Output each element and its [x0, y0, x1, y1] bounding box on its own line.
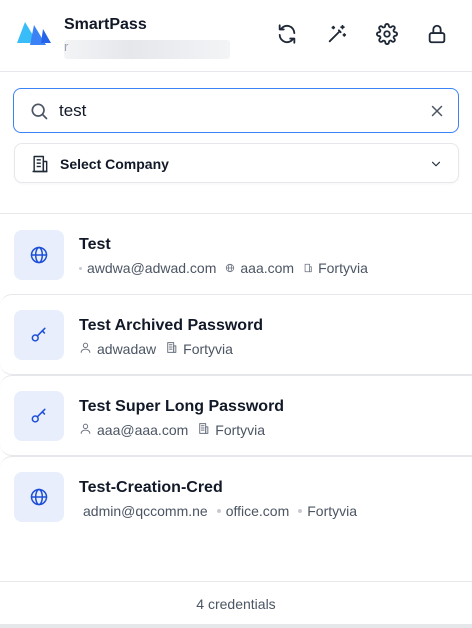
building-icon — [165, 341, 183, 357]
footer: 4 credentials — [0, 581, 472, 625]
credential-title: Test-Creation-Cred — [79, 479, 223, 496]
settings-button[interactable] — [375, 22, 399, 46]
credential-meta: adwadaw Fortyvia — [79, 341, 242, 357]
account-email-redacted — [64, 40, 230, 59]
credential-username: adwadaw — [97, 341, 157, 357]
credential-username: admin@qccomm.ne — [83, 503, 208, 519]
sync-button[interactable] — [275, 22, 299, 46]
refresh-icon — [278, 24, 296, 44]
credential-meta: admin@qccomm.ne office.com Fortyvia — [83, 503, 366, 519]
app-header: SmartPass r — [0, 0, 472, 72]
building-icon — [303, 260, 318, 276]
search-icon — [29, 101, 49, 121]
key-icon — [14, 391, 64, 441]
dot-icon — [79, 266, 82, 270]
key-icon — [14, 310, 64, 360]
chevron-down-icon — [429, 157, 443, 171]
credential-title: Test Archived Password — [79, 317, 264, 334]
app-name: SmartPass — [64, 16, 147, 33]
bottom-border — [0, 624, 472, 628]
credential-company: Fortyvia — [183, 341, 233, 357]
user-icon — [79, 422, 97, 438]
globe-icon — [14, 472, 64, 522]
smartpass-logo-icon — [16, 19, 52, 49]
credential-company: Fortyvia — [318, 260, 368, 276]
close-icon[interactable] — [428, 102, 446, 120]
magic-wand-icon — [328, 24, 347, 43]
credential-row[interactable]: Test awdwa@adwad.com aaa.com Fortyvia — [0, 214, 472, 295]
company-select[interactable]: Select Company — [14, 143, 459, 183]
search-box — [13, 88, 459, 133]
credential-url: office.com — [225, 503, 290, 519]
credential-meta: awdwa@adwad.com aaa.com Fortyvia — [79, 260, 377, 276]
credential-row[interactable]: Test Archived Password adwadaw Fortyvia — [0, 294, 472, 375]
lock-button[interactable] — [425, 22, 449, 46]
generator-button[interactable] — [325, 22, 349, 46]
credential-row[interactable]: Test-Creation-Cred admin@qccomm.ne offic… — [0, 456, 472, 537]
credential-company: Fortyvia — [215, 422, 266, 438]
credential-url: aaa.com — [240, 260, 295, 276]
credential-meta: aaa@aaa.com Fortyvia — [79, 422, 274, 438]
credential-title: Test Super Long Password — [79, 398, 285, 415]
credential-username: awdwa@adwad.com — [87, 260, 217, 276]
lock-icon — [428, 24, 446, 44]
building-icon — [197, 422, 215, 438]
credential-row[interactable]: Test Super Long Password aaa@aaa.com For… — [0, 375, 472, 456]
building-icon — [30, 154, 50, 174]
dot-icon — [298, 509, 303, 513]
gear-icon — [376, 23, 398, 45]
user-icon — [79, 341, 97, 357]
account-initial: r — [64, 39, 69, 54]
company-select-label: Select Company — [60, 156, 169, 172]
globe-icon — [14, 230, 64, 280]
search-input[interactable] — [59, 98, 419, 124]
dot-icon — [216, 509, 221, 513]
credential-count: 4 credentials — [196, 596, 276, 612]
credential-title: Test — [79, 236, 111, 253]
credential-company: Fortyvia — [307, 503, 358, 519]
globe-icon — [225, 260, 240, 276]
credential-username: aaa@aaa.com — [97, 422, 189, 438]
